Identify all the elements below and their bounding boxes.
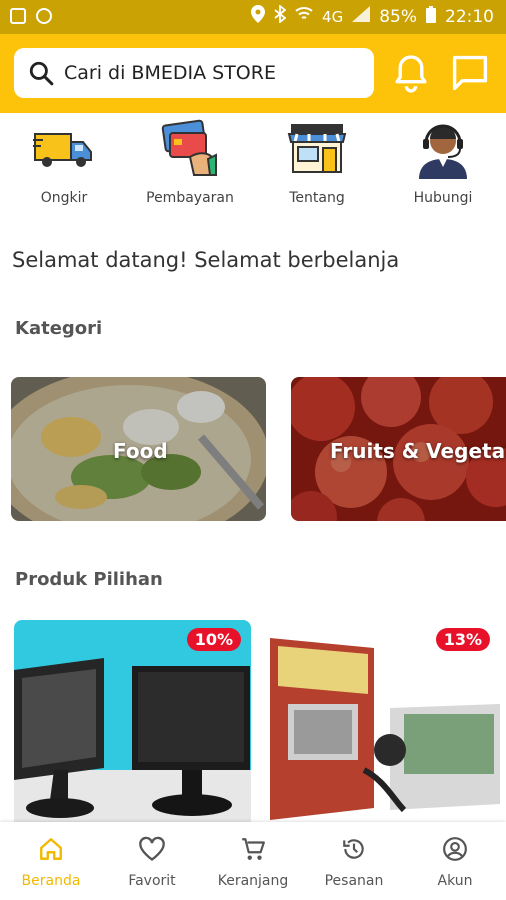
nav-label: Pesanan [324, 873, 384, 889]
clock: 22:10 [445, 6, 494, 27]
card-payment-icon [161, 119, 218, 176]
product-card[interactable]: 13% [264, 620, 506, 822]
status-bar: 4G 85% 22:10 [0, 0, 506, 34]
battery-percentage: 85% [379, 6, 417, 27]
nav-label: Beranda [21, 873, 81, 889]
bluetooth-icon [274, 4, 287, 28]
home-icon [40, 838, 62, 860]
quick-menu-label: Hubungi [413, 190, 473, 206]
store-icon [287, 124, 347, 173]
welcome-text: Selamat datang! Selamat berbelanja [12, 248, 400, 272]
search-placeholder: Cari di BMEDIA STORE [64, 62, 276, 84]
category-tile-fruits-vegetables[interactable]: Fruits & Vegetables [291, 377, 506, 521]
customer-service-icon [419, 124, 467, 179]
network-type: 4G [322, 7, 344, 26]
quick-menu-hubungi[interactable]: Hubungi [383, 113, 503, 206]
nav-label: Favorit [128, 873, 176, 889]
delivery-truck-icon [33, 133, 92, 167]
nav-beranda[interactable]: Beranda [1, 836, 101, 889]
cart-icon [242, 838, 265, 860]
nav-akun[interactable]: Akun [405, 836, 505, 889]
nav-keranjang[interactable]: Keranjang [203, 836, 303, 889]
categories-title: Kategori [15, 318, 103, 339]
quick-menu-tentang[interactable]: Tentang [257, 113, 377, 206]
quick-menu-label: Tentang [289, 190, 345, 206]
heart-icon [139, 836, 165, 861]
quick-menu-ongkir[interactable]: Ongkir [4, 113, 124, 206]
chat-icon[interactable] [450, 54, 490, 92]
account-icon [443, 837, 467, 861]
quick-menu: Ongkir Pembayaran Tentang Hubungi [0, 113, 506, 221]
bell-icon[interactable] [392, 54, 430, 94]
history-icon [343, 839, 364, 859]
nav-pesanan[interactable]: Pesanan [304, 836, 404, 889]
gallery-notification-icon [10, 8, 26, 24]
product-card[interactable]: 10% [14, 620, 251, 822]
featured-title: Produk Pilihan [15, 569, 163, 590]
nav-label: Akun [437, 873, 473, 889]
category-tile-food[interactable]: Food [11, 377, 266, 521]
discount-badge: 10% [186, 628, 241, 651]
nav-favorit[interactable]: Favorit [102, 836, 202, 889]
location-icon [251, 5, 266, 28]
bottom-navigation: Beranda Favorit Keranjang Pesanan Akun [0, 822, 506, 900]
nav-label: Keranjang [217, 873, 289, 889]
signal-icon [352, 6, 371, 27]
category-label: Fruits & Vegetables [330, 439, 506, 463]
wifi-icon [295, 6, 313, 27]
quick-menu-pembayaran[interactable]: Pembayaran [130, 113, 250, 206]
quick-menu-label: Pembayaran [146, 190, 234, 206]
search-icon [29, 61, 54, 86]
quick-menu-label: Ongkir [40, 190, 88, 206]
app-notification-icon [36, 8, 52, 24]
discount-badge: 13% [435, 628, 490, 651]
battery-icon [426, 5, 436, 28]
category-label: Food [113, 439, 168, 463]
search-bar[interactable]: Cari di BMEDIA STORE [14, 48, 374, 98]
app-header: Cari di BMEDIA STORE [0, 34, 506, 113]
